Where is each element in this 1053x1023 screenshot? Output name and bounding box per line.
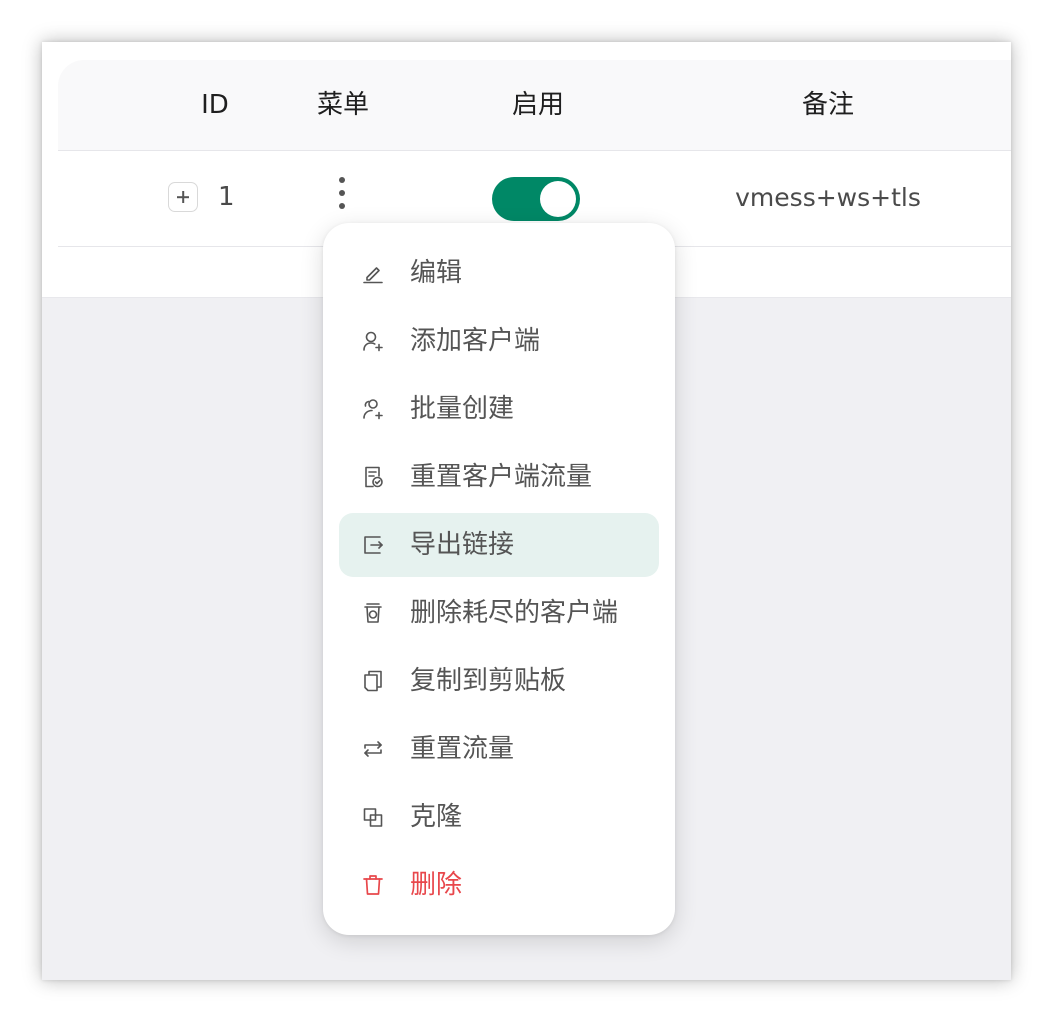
menu-item-label: 导出链接: [410, 530, 515, 560]
menu-item-label: 编辑: [410, 258, 463, 288]
menu-item-label: 删除: [410, 870, 463, 900]
menu-item-label: 克隆: [410, 802, 463, 832]
menu-item-label: 批量创建: [410, 394, 515, 424]
table-header: ID 菜单 启用 备注: [58, 60, 1011, 151]
edit-icon: [361, 261, 385, 285]
delete-icon: [361, 873, 385, 897]
expand-row-button[interactable]: [168, 182, 198, 212]
menu-item-delete-depleted-clients[interactable]: 删除耗尽的客户端: [339, 581, 659, 645]
more-menu-icon[interactable]: [330, 177, 354, 217]
column-header-enabled: 启用: [511, 90, 564, 120]
menu-item-label: 添加客户端: [410, 326, 541, 356]
swap-icon: [361, 737, 385, 761]
toggle-knob: [540, 181, 576, 217]
rest-icon: [361, 601, 385, 625]
menu-item-reset-traffic[interactable]: 重置流量: [339, 717, 659, 781]
file-check-icon: [361, 465, 385, 489]
app-window: ID 菜单 启用 备注 1 vmess+ws+tls 编辑 添加客户端 批量创建…: [42, 42, 1011, 980]
menu-item-reset-client-traffic[interactable]: 重置客户端流量: [339, 445, 659, 509]
row-actions-menu: 编辑 添加客户端 批量创建 重置客户端流量 导出链接 删除耗尽的客户端 复制到剪…: [323, 223, 675, 935]
menu-item-export-links[interactable]: 导出链接: [339, 513, 659, 577]
menu-item-label: 重置流量: [410, 734, 515, 764]
menu-item-add-client[interactable]: 添加客户端: [339, 309, 659, 373]
block-icon: [361, 805, 385, 829]
menu-item-label: 删除耗尽的客户端: [410, 598, 619, 628]
row-id: 1: [218, 182, 235, 212]
users-add-icon: [361, 397, 385, 421]
menu-item-label: 重置客户端流量: [410, 462, 593, 492]
enable-toggle[interactable]: [492, 177, 580, 221]
row-remark: vmess+ws+tls: [735, 183, 921, 212]
menu-item-copy-to-clipboard[interactable]: 复制到剪贴板: [339, 649, 659, 713]
menu-item-bulk-create[interactable]: 批量创建: [339, 377, 659, 441]
column-header-id: ID: [201, 90, 229, 120]
menu-item-label: 复制到剪贴板: [410, 666, 567, 696]
column-header-remark: 备注: [801, 90, 854, 120]
copy-icon: [361, 669, 385, 693]
user-add-icon: [361, 329, 385, 353]
column-header-menu: 菜单: [316, 90, 369, 120]
menu-item-clone[interactable]: 克隆: [339, 785, 659, 849]
menu-item-edit[interactable]: 编辑: [339, 241, 659, 305]
export-icon: [361, 533, 385, 557]
menu-item-delete[interactable]: 删除: [339, 853, 659, 917]
